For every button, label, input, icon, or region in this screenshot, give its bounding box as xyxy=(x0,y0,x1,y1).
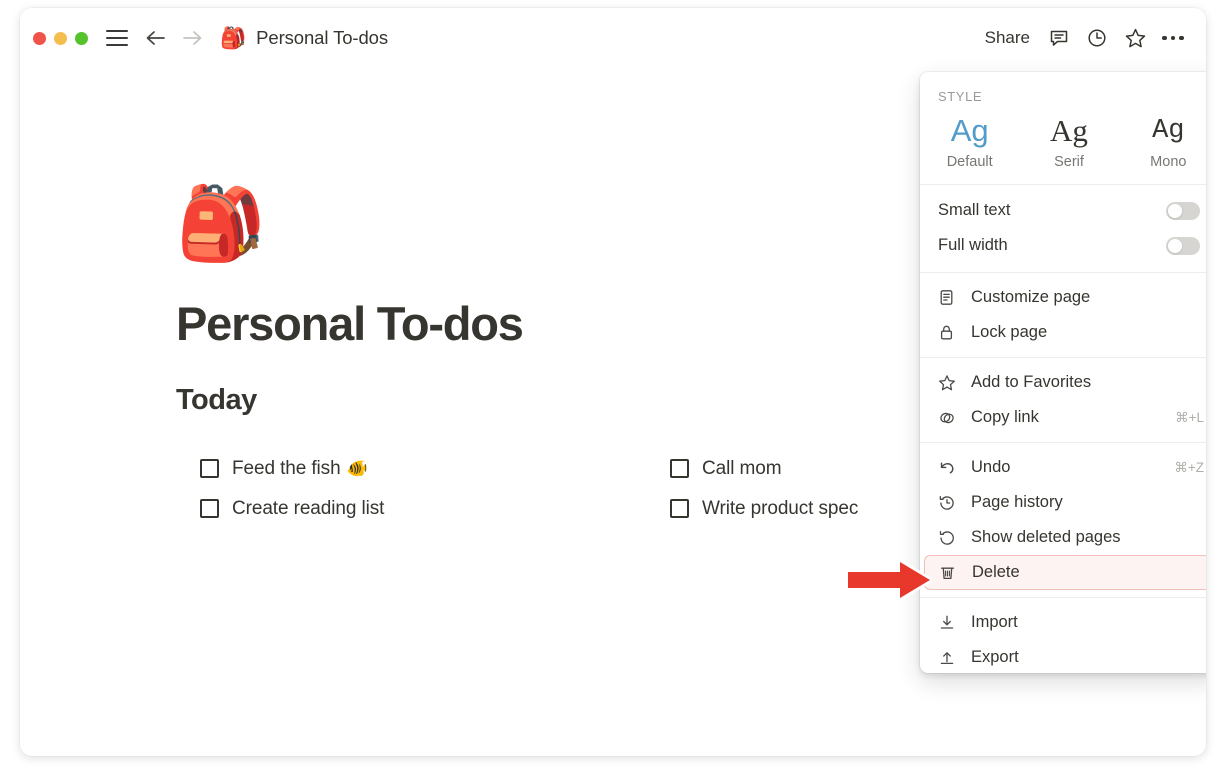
menu-item-page-history[interactable]: Page history xyxy=(920,485,1206,520)
menu-item-import[interactable]: Import xyxy=(920,605,1206,640)
todo-item[interactable]: Call mom xyxy=(670,449,858,489)
close-button[interactable] xyxy=(33,31,46,45)
todo-column-left: Feed the fish 🐠 Create reading list xyxy=(200,449,384,529)
share-button[interactable]: Share xyxy=(975,23,1040,53)
style-section-label: STYLE xyxy=(938,89,983,104)
menu-item-show-deleted-pages[interactable]: Show deleted pages xyxy=(920,520,1206,555)
hamburger-menu-icon[interactable] xyxy=(106,30,128,46)
todo-item[interactable]: Write product spec xyxy=(670,489,858,529)
style-option-default[interactable]: Ag Default xyxy=(920,110,1019,170)
title-bar: 🎒 Personal To-dos Share xyxy=(20,8,1206,68)
window-controls xyxy=(33,31,88,45)
undo-icon xyxy=(938,459,960,477)
menu-item-label: Delete xyxy=(972,563,1020,581)
page-options-menu: STYLE Ag Default Ag Serif Ag Mono Small … xyxy=(920,72,1206,673)
menu-section-io: Import Export xyxy=(920,598,1206,673)
back-arrow-icon[interactable] xyxy=(144,27,166,49)
app-window: 🎒 Personal To-dos Share 🎒 Personal To-do… xyxy=(20,8,1206,756)
titlebar-page-emoji: 🎒 xyxy=(220,26,247,50)
menu-section-history: Undo ⌘+Z Page history Show deleted pages… xyxy=(920,443,1206,597)
star-icon[interactable] xyxy=(1116,21,1154,55)
lock-icon xyxy=(938,324,960,341)
menu-item-delete[interactable]: Delete xyxy=(924,555,1206,590)
menu-item-lock-page[interactable]: Lock page xyxy=(920,315,1206,350)
checkbox-icon[interactable] xyxy=(670,459,689,479)
todo-label: Create reading list xyxy=(232,497,385,519)
titlebar-actions: Share xyxy=(975,21,1192,55)
menu-item-label: Import xyxy=(971,613,1018,631)
style-name-default: Default xyxy=(946,154,993,170)
todo-item[interactable]: Create reading list xyxy=(200,489,384,529)
menu-item-shortcut: ⌘+Z xyxy=(1174,459,1204,475)
more-horizontal-icon[interactable] xyxy=(1154,21,1192,55)
menu-item-label: Undo xyxy=(971,458,1011,476)
style-option-serif[interactable]: Ag Serif xyxy=(1019,110,1118,170)
restore-icon xyxy=(938,529,960,547)
menu-item-label: Show deleted pages xyxy=(971,528,1121,546)
menu-item-label: Copy link xyxy=(971,408,1039,426)
toggle-small-text-switch[interactable] xyxy=(1166,201,1200,220)
minimize-button[interactable] xyxy=(54,31,67,45)
menu-item-customize-page[interactable]: Customize page xyxy=(920,280,1206,315)
toggle-full-width-switch[interactable] xyxy=(1166,236,1200,255)
menu-item-undo[interactable]: Undo ⌘+Z xyxy=(920,450,1206,485)
menu-item-label: Add to Favorites xyxy=(971,373,1092,391)
clock-history-icon xyxy=(938,494,960,512)
menu-section-toggles: Small text Full width xyxy=(920,185,1206,272)
menu-section-style: STYLE Ag Default Ag Serif Ag Mono xyxy=(920,72,1206,184)
forward-arrow-icon[interactable] xyxy=(182,27,204,49)
todo-label: Write product spec xyxy=(702,497,859,519)
style-sample-default: Ag xyxy=(950,113,989,148)
menu-item-label: Export xyxy=(971,648,1019,666)
todo-item[interactable]: Feed the fish 🐠 xyxy=(200,449,384,489)
font-style-picker: Ag Default Ag Serif Ag Mono xyxy=(920,104,1206,184)
todo-label: Feed the fish xyxy=(232,457,341,479)
menu-item-label: Lock page xyxy=(971,323,1048,341)
toggle-small-text-label: Small text xyxy=(938,201,1011,219)
checkbox-icon[interactable] xyxy=(200,459,219,479)
todo-column-right: Call mom Write product spec xyxy=(670,449,858,529)
menu-section-page: Customize page Lock page xyxy=(920,273,1206,357)
menu-section-share: Add to Favorites Copy link ⌘+L xyxy=(920,358,1206,442)
import-icon xyxy=(938,614,960,632)
comment-icon[interactable] xyxy=(1040,21,1078,55)
checkbox-icon[interactable] xyxy=(670,499,689,519)
maximize-button[interactable] xyxy=(75,31,88,45)
checkbox-icon[interactable] xyxy=(200,499,219,519)
style-option-mono[interactable]: Ag Mono xyxy=(1119,110,1206,170)
style-name-serif: Serif xyxy=(1054,154,1084,170)
toggle-full-width[interactable]: Full width xyxy=(920,228,1206,263)
style-name-mono: Mono xyxy=(1150,154,1187,170)
document-icon xyxy=(938,289,960,306)
trash-icon xyxy=(939,564,961,581)
todo-label: Call mom xyxy=(702,457,782,479)
link-icon xyxy=(938,409,960,427)
toggle-full-width-label: Full width xyxy=(938,236,1008,254)
toggle-small-text[interactable]: Small text xyxy=(920,193,1206,228)
fish-emoji: 🐠 xyxy=(346,458,368,478)
style-sample-mono: Ag xyxy=(1152,116,1185,146)
menu-item-copy-link[interactable]: Copy link ⌘+L xyxy=(920,400,1206,435)
menu-item-label: Customize page xyxy=(971,288,1091,306)
menu-item-add-to-favorites[interactable]: Add to Favorites xyxy=(920,365,1206,400)
screenshot-root: 🎒 Personal To-dos Share 🎒 Personal To-do… xyxy=(0,0,1226,770)
export-icon xyxy=(938,649,960,667)
style-sample-serif: Ag xyxy=(1050,113,1088,148)
titlebar-page-title[interactable]: Personal To-dos xyxy=(256,27,388,49)
menu-item-export[interactable]: Export xyxy=(920,640,1206,673)
star-icon xyxy=(938,374,960,392)
menu-item-label: Page history xyxy=(971,493,1063,511)
clock-icon[interactable] xyxy=(1078,21,1116,55)
menu-item-shortcut: ⌘+L xyxy=(1175,409,1204,425)
